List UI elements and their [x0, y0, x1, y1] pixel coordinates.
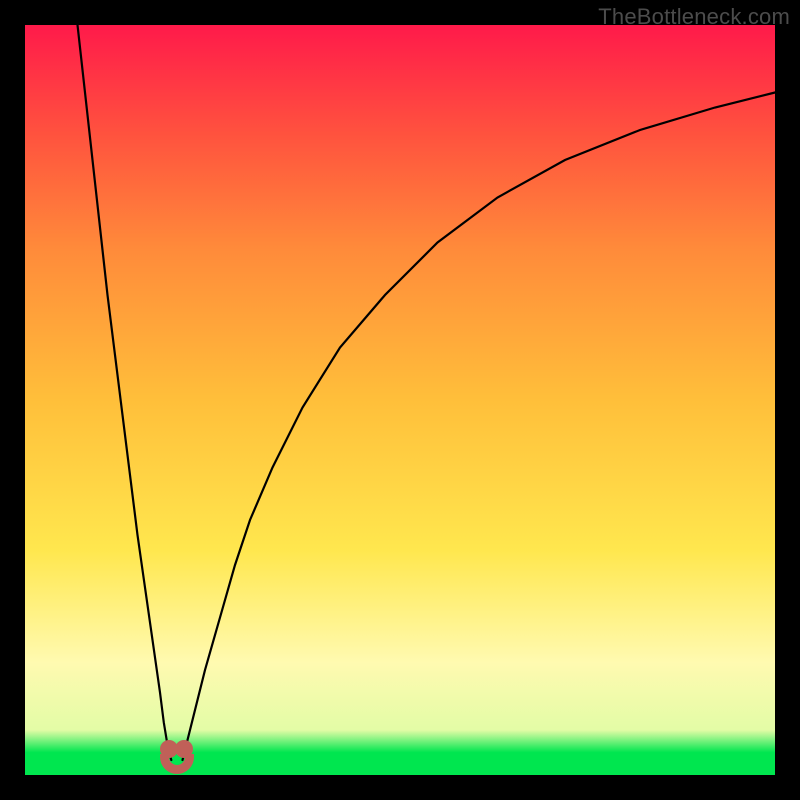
chart-plot-area: [25, 25, 775, 775]
bottleneck-curve: [25, 25, 775, 775]
curve-left-branch: [78, 25, 172, 760]
curve-right-branch: [183, 93, 776, 761]
watermark-text: TheBottleneck.com: [598, 4, 790, 30]
